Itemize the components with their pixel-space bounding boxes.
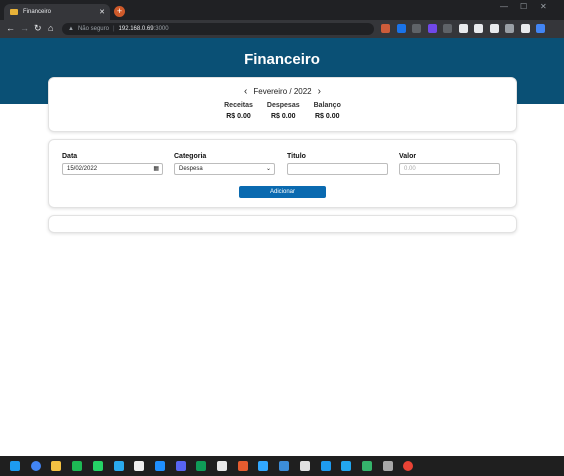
taskbar-app-icon[interactable] [51, 461, 62, 471]
value-placeholder: 0.00 [404, 166, 416, 172]
balance-value: R$ 0.00 [314, 113, 340, 120]
close-tab-icon[interactable]: ✕ [99, 8, 105, 16]
category-value: Despesa [179, 166, 203, 172]
taskbar-app-icon[interactable] [134, 461, 145, 471]
taskbar-app-icon[interactable] [237, 461, 248, 471]
taskbar-app-icon[interactable] [175, 461, 186, 471]
url-host: 192.168.0.69 [118, 26, 154, 32]
warning-icon[interactable]: ▲ [68, 26, 74, 32]
maximize-icon[interactable]: ☐ [520, 2, 527, 11]
taskbar-app-icon[interactable] [30, 461, 41, 471]
taskbar-app-icon[interactable] [196, 461, 207, 471]
browser-toolbar: ← → ↻ ⌂ ▲ Não seguro | 192.168.0.69:3000 [0, 20, 564, 38]
taskbar-app-icon[interactable] [154, 461, 165, 471]
folder-icon [10, 9, 18, 15]
extension-icon[interactable] [536, 24, 545, 33]
extension-icon[interactable] [458, 24, 468, 33]
calendar-icon[interactable]: ▦ [153, 165, 159, 172]
taskbar-app-icon[interactable] [382, 461, 393, 471]
taskbar-app-icon[interactable] [92, 461, 103, 471]
expense-value: R$ 0.00 [271, 113, 296, 120]
next-month-button[interactable]: › [312, 86, 327, 97]
new-tab-button[interactable]: + [114, 6, 125, 17]
extension-icon[interactable] [412, 24, 421, 33]
date-input[interactable]: 15/02/2022 ▦ [62, 163, 163, 175]
url-text: 192.168.0.69:3000 [119, 26, 169, 32]
income-value: R$ 0.00 [226, 113, 251, 120]
expense-stat: Despesas R$ 0.00 [267, 102, 300, 120]
category-label: Categoria [174, 153, 207, 160]
minimize-icon[interactable]: — [500, 2, 508, 11]
value-field: Valor 0.00 [399, 153, 500, 175]
title-label: Titulo [287, 153, 306, 160]
taskbar-app-icon[interactable] [341, 461, 352, 471]
expense-label: Despesas [266, 102, 300, 109]
value-input[interactable]: 0.00 [399, 163, 500, 175]
browser-tab[interactable]: Financeiro ✕ [4, 4, 110, 20]
prev-month-button[interactable]: ‹ [238, 86, 253, 97]
transactions-list-card [48, 215, 517, 233]
taskbar-app-icon[interactable] [217, 461, 227, 471]
taskbar-app-icon[interactable] [113, 461, 124, 471]
page-title: Financeiro [244, 51, 320, 68]
taskbar-app-icon[interactable] [72, 461, 83, 471]
extension-icon[interactable] [443, 24, 452, 33]
date-value: 15/02/2022 [67, 166, 98, 172]
title-field: Titulo [287, 153, 388, 175]
current-month-label: Fevereiro / 2022 [253, 87, 312, 96]
taskbar-app-icon[interactable] [258, 461, 269, 471]
page-viewport: Financeiro ‹ Fevereiro / 2022 › Receitas… [0, 38, 564, 456]
title-input[interactable] [287, 163, 388, 175]
add-button[interactable]: Adicionar [239, 186, 326, 198]
date-label: Data [62, 153, 78, 160]
address-separator: | [112, 26, 115, 32]
extension-icon[interactable] [474, 24, 483, 33]
extension-icon[interactable] [489, 24, 499, 33]
income-stat: Receitas R$ 0.00 [224, 102, 253, 120]
taskbar-app-icon[interactable] [403, 461, 414, 471]
chevron-down-icon[interactable]: ⌄ [266, 165, 271, 172]
browser-tab-bar: Financeiro ✕ + — ☐ ✕ [0, 0, 564, 20]
taskbar-app-icon[interactable] [320, 461, 331, 471]
summary-stats: Receitas R$ 0.00 Despesas R$ 0.00 Balanç… [49, 102, 516, 120]
back-icon[interactable]: ← [6, 23, 15, 33]
start-menu-icon[interactable] [10, 461, 20, 471]
tab-title: Financeiro [23, 9, 52, 15]
income-label: Receitas [224, 102, 253, 109]
taskbar-app-icon[interactable] [361, 461, 372, 471]
category-field: Categoria Despesa ⌄ [174, 153, 275, 175]
summary-card: ‹ Fevereiro / 2022 › Receitas R$ 0.00 De… [48, 77, 517, 132]
address-bar[interactable]: ▲ Não seguro | 192.168.0.69:3000 [62, 23, 374, 35]
extension-icon[interactable] [505, 24, 514, 33]
extension-icon[interactable] [381, 24, 390, 33]
extension-icon[interactable] [520, 24, 530, 33]
value-label: Valor [399, 153, 417, 160]
taskbar-app-icon[interactable] [279, 461, 290, 471]
extension-icon[interactable] [427, 24, 437, 33]
category-select[interactable]: Despesa ⌄ [174, 163, 275, 175]
extension-icon[interactable] [396, 24, 406, 33]
balance-stat: Balanço R$ 0.00 [314, 102, 341, 120]
month-navigator: ‹ Fevereiro / 2022 › [49, 86, 516, 97]
taskbar-app-icon[interactable] [299, 461, 310, 471]
balance-label: Balanço [313, 102, 341, 109]
date-field: Data 15/02/2022 ▦ [62, 153, 163, 175]
entry-form-card: Data 15/02/2022 ▦ Categoria Despesa ⌄ Ti… [48, 139, 517, 208]
close-window-icon[interactable]: ✕ [540, 2, 547, 11]
reload-icon[interactable]: ↻ [34, 23, 42, 34]
windows-taskbar [0, 456, 564, 476]
security-label: Não seguro [77, 26, 109, 32]
url-port: :3000 [153, 26, 169, 32]
home-icon[interactable]: ⌂ [48, 23, 53, 33]
forward-icon[interactable]: → [20, 23, 29, 33]
